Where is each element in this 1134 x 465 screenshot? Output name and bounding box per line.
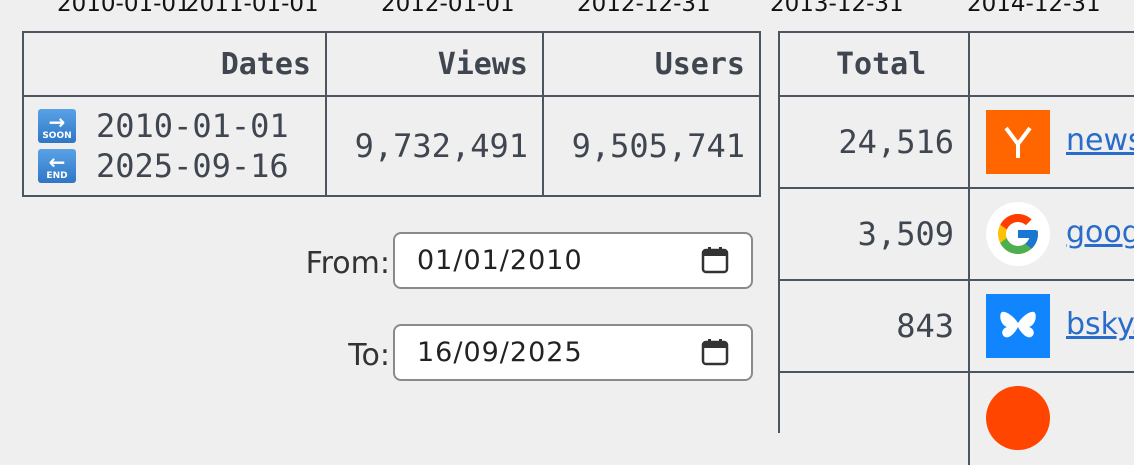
referrer-link-news[interactable]: news bbox=[1066, 123, 1134, 158]
end-arrow-icon: ← END bbox=[38, 149, 76, 183]
referrer-link-google[interactable]: goog bbox=[1066, 215, 1134, 250]
axis-tick-label: 2011-01-01 bbox=[185, 0, 319, 17]
referrer-row bbox=[780, 373, 1134, 465]
views-header: Views bbox=[325, 31, 544, 97]
to-date-value: 16/09/2025 bbox=[417, 337, 583, 368]
to-date-input[interactable]: 16/09/2025 bbox=[393, 324, 753, 381]
referrer-row: 24,516 news bbox=[780, 97, 1134, 189]
views-value: 9,732,491 bbox=[325, 95, 544, 197]
axis-tick-label: 2012-12-31 bbox=[577, 0, 711, 17]
stats-row: → SOON 2010-01-01 ← END 2025-09-16 9,732,4… bbox=[22, 95, 761, 197]
users-value: 9,505,741 bbox=[542, 95, 761, 197]
referrer-row: 3,509 goog bbox=[780, 189, 1134, 281]
axis-tick-label: 2014-12-31 bbox=[967, 0, 1101, 17]
from-date-value: 01/01/2010 bbox=[417, 245, 583, 276]
bluesky-icon bbox=[986, 294, 1050, 358]
referrer-header bbox=[970, 33, 1134, 97]
referrer-total: 24,516 bbox=[780, 97, 970, 187]
axis-tick-label: 2013-12-31 bbox=[770, 0, 904, 17]
start-date: 2010-01-01 bbox=[96, 107, 289, 145]
calendar-icon[interactable] bbox=[701, 246, 729, 274]
users-header: Users bbox=[542, 31, 761, 97]
stats-header-row: Dates Views Users bbox=[22, 31, 761, 97]
referrers-table: Total 24,516 news 3,509 goog 843 bbox=[778, 31, 1134, 465]
soon-arrow-icon: → SOON bbox=[38, 109, 76, 143]
total-header: Total bbox=[780, 33, 970, 97]
google-icon bbox=[986, 202, 1050, 266]
axis-tick-label: 2012-01-01 bbox=[381, 0, 515, 17]
end-date: 2025-09-16 bbox=[96, 147, 289, 185]
calendar-icon[interactable] bbox=[701, 338, 729, 366]
referrer-total: 3,509 bbox=[780, 189, 970, 279]
referrer-row: 843 bsky. bbox=[780, 281, 1134, 373]
from-date-input[interactable]: 01/01/2010 bbox=[393, 232, 753, 289]
referrer-total: 843 bbox=[780, 281, 970, 371]
dates-cell: → SOON 2010-01-01 ← END 2025-09-16 bbox=[22, 95, 327, 197]
referrer-total bbox=[780, 373, 970, 465]
reddit-icon bbox=[986, 386, 1050, 450]
start-date-row: → SOON 2010-01-01 bbox=[38, 107, 311, 145]
from-label: From: bbox=[305, 246, 390, 281]
dates-header: Dates bbox=[22, 31, 327, 97]
referrer-link-bsky[interactable]: bsky. bbox=[1066, 307, 1134, 342]
axis-tick-label: 2010-01-01 bbox=[57, 0, 191, 17]
end-date-row: ← END 2025-09-16 bbox=[38, 147, 311, 185]
to-label: To: bbox=[348, 338, 390, 373]
y-combinator-icon bbox=[986, 110, 1050, 174]
stats-table: Dates Views Users → SOON 2010-01-01 ← END … bbox=[22, 31, 761, 197]
